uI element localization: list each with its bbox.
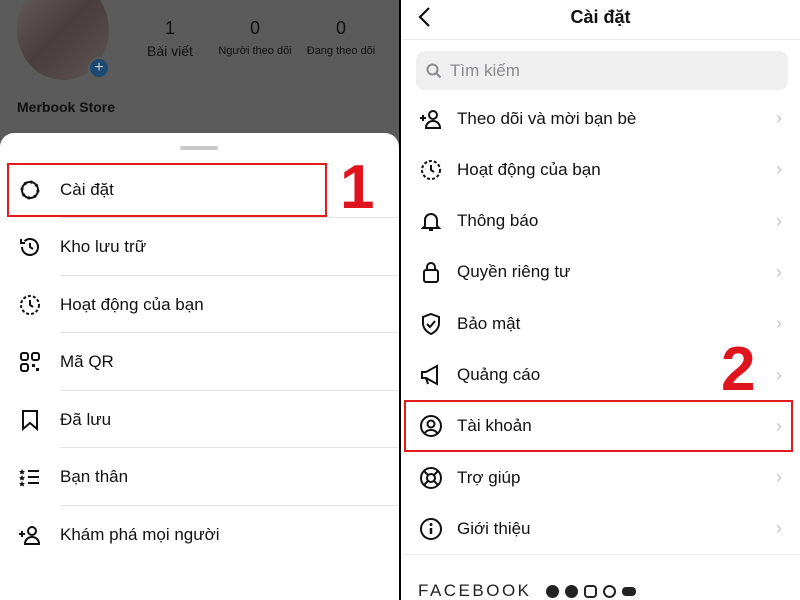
profile-name: Merbook Store — [17, 99, 116, 115]
stat-value: 1 — [164, 18, 175, 38]
lifebuoy-icon — [420, 466, 442, 489]
messenger-icon — [564, 584, 578, 598]
stat-followers[interactable]: 0 Người theo dõi — [212, 18, 298, 57]
chevron-right-icon: › — [776, 467, 782, 488]
facebook-icon — [545, 584, 559, 598]
page-title: Cài đặt — [570, 7, 631, 27]
settings-item-0[interactable]: Theo dõi và mời bạn bè › — [401, 93, 800, 144]
menu-item-label: Đã lưu — [60, 409, 112, 429]
menu-item-label: Mã QR — [60, 352, 114, 371]
close-friends-icon — [16, 465, 44, 489]
chevron-right-icon: › — [776, 210, 782, 231]
oculus-icon — [621, 586, 636, 596]
highlight-box-account — [404, 400, 793, 452]
add-story-icon[interactable]: + — [88, 57, 110, 79]
stat-value: 0 — [249, 18, 260, 38]
whatsapp-icon — [602, 584, 616, 598]
instagram-icon — [583, 584, 597, 598]
search-input[interactable]: Tìm kiếm — [416, 51, 788, 90]
settings-item-label: Trợ giúp — [457, 467, 521, 487]
facebook-wordmark: FACEBOOK — [418, 581, 532, 600]
chevron-right-icon: › — [776, 159, 782, 180]
qr-icon — [16, 350, 44, 374]
settings-item-8[interactable]: Giới thiệu › — [401, 503, 800, 554]
settings-item-1[interactable]: Hoạt động của bạn › — [401, 144, 800, 195]
menu-item-label: Hoạt động của bạn — [60, 294, 204, 314]
settings-screen: Cài đặt Tìm kiếm Theo dõi và mời bạn bè ›… — [401, 0, 800, 600]
close-friends-icon — [19, 469, 39, 487]
stat-following[interactable]: 0 Đang theo dõi — [298, 18, 384, 57]
settings-item-2[interactable]: Thông báo › — [401, 196, 800, 247]
add-person-icon — [420, 109, 442, 129]
megaphone-icon — [421, 364, 438, 386]
lock-icon — [423, 262, 439, 284]
bell-icon — [420, 213, 442, 232]
lock-icon — [417, 260, 445, 284]
stat-value: 0 — [335, 18, 346, 38]
header: Cài đặt — [401, 0, 800, 40]
menu-item-label: Kho lưu trữ — [60, 237, 147, 256]
activity-icon — [421, 159, 441, 180]
stat-label: Người theo dõi — [218, 45, 292, 57]
archive-icon — [16, 235, 44, 259]
stat-posts[interactable]: 1 Bài viết — [140, 18, 200, 59]
menu-item-label: Bạn thân — [60, 467, 129, 486]
highlight-box-settings — [7, 163, 327, 217]
activity-icon — [417, 158, 445, 182]
stat-label: Đang theo dõi — [306, 45, 376, 57]
bell-icon — [417, 209, 445, 233]
shield-icon — [422, 312, 440, 335]
step-number-1: 1 — [340, 153, 375, 222]
settings-item-label: Quảng cáo — [457, 365, 541, 384]
chevron-right-icon: › — [776, 108, 782, 128]
menu-item-5[interactable]: Bạn thân — [0, 449, 399, 506]
add-person-icon — [417, 107, 445, 131]
divider — [401, 554, 800, 555]
stat-label: Bài viết — [147, 43, 193, 59]
settings-item-label: Quyền riêng tư — [457, 262, 571, 282]
chevron-right-icon: › — [776, 261, 782, 282]
search-placeholder: Tìm kiếm — [450, 60, 520, 80]
qr-icon — [20, 352, 40, 372]
info-icon — [417, 517, 445, 541]
settings-item-3[interactable]: Quyền riêng tư › — [401, 247, 800, 298]
menu-item-1[interactable]: Kho lưu trữ — [0, 219, 399, 276]
menu-item-label: Khám phá mọi người — [60, 524, 220, 544]
step-number-2: 2 — [721, 335, 756, 404]
chevron-right-icon: › — [776, 313, 782, 334]
settings-item-label: Giới thiệu — [457, 518, 531, 538]
add-person-icon — [16, 523, 44, 547]
add-person-icon — [19, 525, 41, 545]
menu-item-3[interactable]: Mã QR — [0, 334, 399, 391]
settings-item-label: Bảo mật — [457, 313, 521, 333]
info-icon — [420, 517, 442, 540]
search-icon — [426, 63, 442, 78]
shield-icon — [417, 312, 445, 336]
bookmark-icon — [22, 409, 38, 431]
settings-item-label: Theo dõi và mời bạn bè — [457, 108, 637, 128]
chevron-right-icon: › — [776, 518, 782, 539]
activity-icon — [20, 294, 40, 315]
chevron-right-icon: › — [776, 364, 782, 385]
menu-item-6[interactable]: Khám phá mọi người — [0, 506, 399, 563]
archive-icon — [20, 238, 39, 256]
drag-handle[interactable] — [180, 146, 218, 150]
bookmark-icon — [16, 408, 44, 432]
menu-item-4[interactable]: Đã lưu — [0, 391, 399, 448]
activity-icon — [16, 293, 44, 317]
lifebuoy-icon — [417, 466, 445, 490]
menu-item-2[interactable]: Hoạt động của bạn — [0, 276, 399, 333]
facebook-footer: FACEBOOK — [418, 581, 636, 600]
settings-item-label: Thông báo — [457, 211, 539, 231]
settings-item-label: Hoạt động của bạn — [457, 159, 601, 179]
settings-item-7[interactable]: Trợ giúp › — [401, 452, 800, 503]
profile-screen: + 1 Bài viết 0 Người theo dõi 0 Đang theo d… — [0, 0, 399, 600]
megaphone-icon — [417, 363, 445, 387]
